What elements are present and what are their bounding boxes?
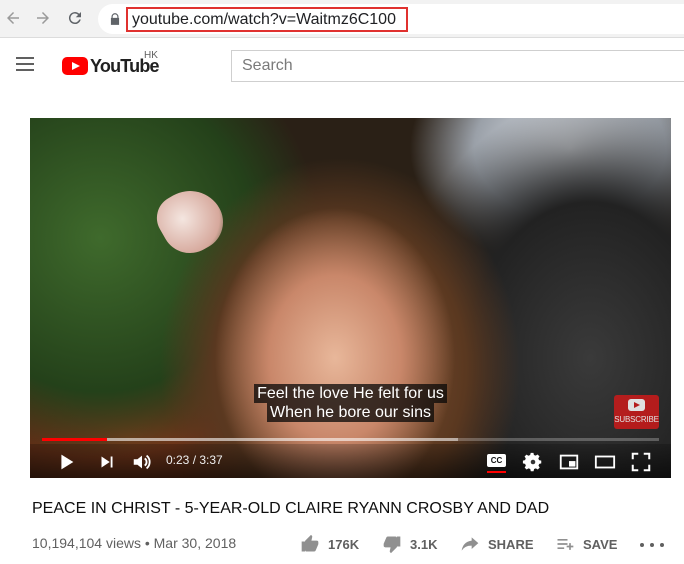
- forward-arrow-icon[interactable]: [31, 6, 55, 30]
- progress-played: [42, 438, 107, 441]
- share-label: SHARE: [488, 536, 534, 552]
- reload-icon[interactable]: [63, 6, 87, 30]
- progress-bar[interactable]: [42, 438, 659, 441]
- subscribe-watermark[interactable]: SUBSCRIBE: [614, 395, 659, 429]
- volume-icon[interactable]: [130, 450, 154, 474]
- address-bar[interactable]: youtube.com/watch?v=Waitmz6C100: [98, 4, 684, 34]
- caption-line-1: Feel the love He felt for us: [254, 384, 447, 403]
- url-text[interactable]: youtube.com/watch?v=Waitmz6C100: [132, 11, 396, 29]
- captions-active-indicator: [487, 471, 506, 473]
- subscribe-play-icon: [628, 399, 645, 411]
- lock-icon: [110, 13, 120, 25]
- play-icon[interactable]: [54, 450, 78, 474]
- thumbs-up-icon: [301, 534, 319, 552]
- captions: Feel the love He felt for us When he bor…: [30, 384, 671, 422]
- subscribe-watermark-label: SUBSCRIBE: [614, 415, 659, 424]
- player-controls: 0:23 / 3:37 CC: [30, 444, 671, 478]
- search-placeholder: Search: [242, 57, 293, 74]
- video-meta: 10,194,104 views • Mar 30, 2018: [32, 535, 237, 551]
- share-arrow-icon: [461, 537, 479, 551]
- next-icon[interactable]: [95, 450, 119, 474]
- theater-mode-icon[interactable]: [593, 450, 617, 474]
- back-arrow-icon[interactable]: [1, 6, 25, 30]
- add-to-playlist-icon: [557, 539, 574, 550]
- like-button[interactable]: 176K: [300, 533, 359, 555]
- dislike-button[interactable]: 3.1K: [382, 533, 437, 555]
- region-label: HK: [144, 50, 158, 61]
- share-button[interactable]: SHARE: [460, 533, 534, 555]
- more-actions-icon[interactable]: [640, 538, 664, 552]
- url-highlight-box: youtube.com/watch?v=Waitmz6C100: [126, 7, 408, 32]
- caption-line-2: When he bore our sins: [267, 403, 434, 422]
- menu-icon[interactable]: [16, 57, 36, 75]
- captions-icon[interactable]: CC: [487, 454, 506, 467]
- video-title: PEACE IN CHRIST - 5-YEAR-OLD CLAIRE RYAN…: [32, 500, 550, 517]
- time-display: 0:23 / 3:37: [166, 453, 223, 467]
- save-label: SAVE: [583, 536, 618, 552]
- fullscreen-icon[interactable]: [629, 450, 653, 474]
- miniplayer-icon[interactable]: [557, 450, 581, 474]
- save-button[interactable]: SAVE: [555, 533, 617, 555]
- like-count: 176K: [328, 536, 360, 552]
- thumbs-down-icon: [383, 536, 401, 554]
- settings-gear-icon[interactable]: [521, 450, 545, 474]
- search-input[interactable]: Search: [231, 50, 684, 82]
- video-frame-hair-bow: [148, 178, 234, 264]
- browser-toolbar: youtube.com/watch?v=Waitmz6C100: [0, 0, 684, 38]
- dislike-count: 3.1K: [410, 536, 438, 552]
- youtube-logo[interactable]: YouTube HK: [62, 50, 160, 78]
- video-player[interactable]: Feel the love He felt for us When he bor…: [30, 118, 671, 478]
- youtube-play-icon: [62, 57, 88, 75]
- youtube-header: YouTube HK Search: [0, 38, 684, 94]
